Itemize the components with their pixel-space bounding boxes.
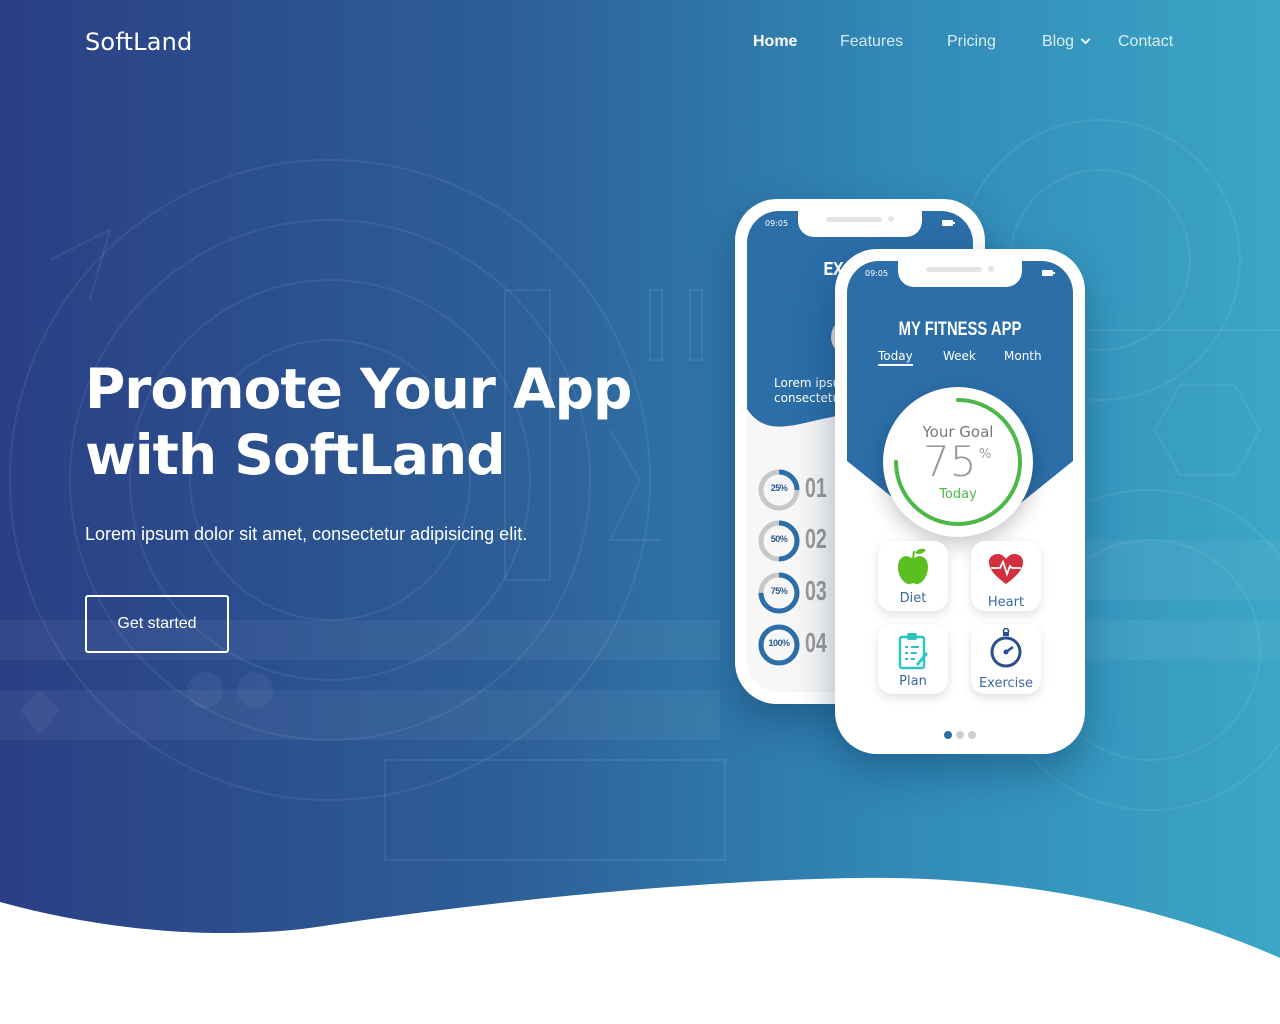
pager-dot[interactable] <box>956 731 964 739</box>
pager-dot-active[interactable] <box>944 731 952 739</box>
progress-number: 03 <box>805 575 827 606</box>
tile-heart[interactable]: Heart <box>971 541 1041 611</box>
goal-progress-card: Your Goal 75 % Today <box>883 387 1033 537</box>
status-time: 09:05 <box>865 269 889 278</box>
tab-month[interactable]: Month <box>1004 349 1042 363</box>
chevron-down-icon <box>1080 34 1091 45</box>
tile-label: Heart <box>987 595 1025 610</box>
tile-label: Plan <box>899 674 927 689</box>
phone-notch <box>798 211 922 237</box>
tab-week[interactable]: Week <box>943 349 976 363</box>
status-time: 09:05 <box>765 219 789 228</box>
progress-number: 02 <box>805 523 827 554</box>
battery-icon <box>942 220 955 226</box>
heart-pulse-icon <box>989 554 1023 584</box>
period-tabs: Today Week Month <box>847 349 1073 369</box>
tile-exercise[interactable]: Exercise <box>971 624 1041 694</box>
progress-number: 04 <box>805 627 827 658</box>
progress-percent: 100% <box>768 638 790 648</box>
tab-today[interactable]: Today <box>878 349 913 366</box>
hero-headline: Promote Your App with SoftLand <box>85 356 685 488</box>
headline-line-1: Promote Your App <box>85 357 632 421</box>
goal-sublabel: Today <box>939 487 977 502</box>
tile-diet[interactable]: Diet <box>878 541 948 611</box>
stopwatch-icon <box>990 628 1022 668</box>
back-text-line-2: consectetu <box>774 391 841 405</box>
nav-blog-dropdown[interactable]: Blog <box>1042 33 1091 51</box>
progress-number: 01 <box>805 472 827 503</box>
back-text-line-1: Lorem ipsu <box>774 376 841 390</box>
app-title: MY FITNESS APP <box>898 319 1022 340</box>
hero-subtext: Lorem ipsum dolor sit amet, consectetur … <box>85 524 528 544</box>
goal-unit: % <box>979 447 992 462</box>
nav-blog-label: Blog <box>1042 33 1075 50</box>
tile-label: Diet <box>899 591 927 606</box>
goal-value: 75 <box>923 437 977 486</box>
headline-line-2: with SoftLand <box>85 423 506 487</box>
phone-notch <box>898 261 1022 287</box>
apple-icon <box>898 548 928 585</box>
phone-mockup-front: 09:05 MY FITNESS APP Today Week Month Yo… <box>835 249 1085 754</box>
progress-percent: 25% <box>770 483 788 493</box>
progress-percent: 75% <box>770 586 788 596</box>
hero-section: SoftLand Home Features Pricing Blog Cont… <box>0 0 1280 1024</box>
progress-percent: 50% <box>770 534 788 544</box>
tile-label: Exercise <box>978 676 1034 691</box>
get-started-button[interactable]: Get started <box>85 595 229 653</box>
nav-home[interactable]: Home <box>753 33 797 51</box>
nav-contact[interactable]: Contact <box>1118 33 1173 51</box>
bottom-wave <box>0 877 1280 1024</box>
clipboard-icon <box>898 633 928 670</box>
pager-dots <box>847 726 1073 739</box>
brand-logo[interactable]: SoftLand <box>85 28 192 56</box>
pager-dot[interactable] <box>968 731 976 739</box>
phone-front-screen: 09:05 MY FITNESS APP Today Week Month Yo… <box>847 261 1073 742</box>
tile-plan[interactable]: Plan <box>878 624 948 694</box>
nav-features[interactable]: Features <box>840 33 903 51</box>
battery-icon <box>1042 270 1055 276</box>
nav-pricing[interactable]: Pricing <box>947 33 996 51</box>
